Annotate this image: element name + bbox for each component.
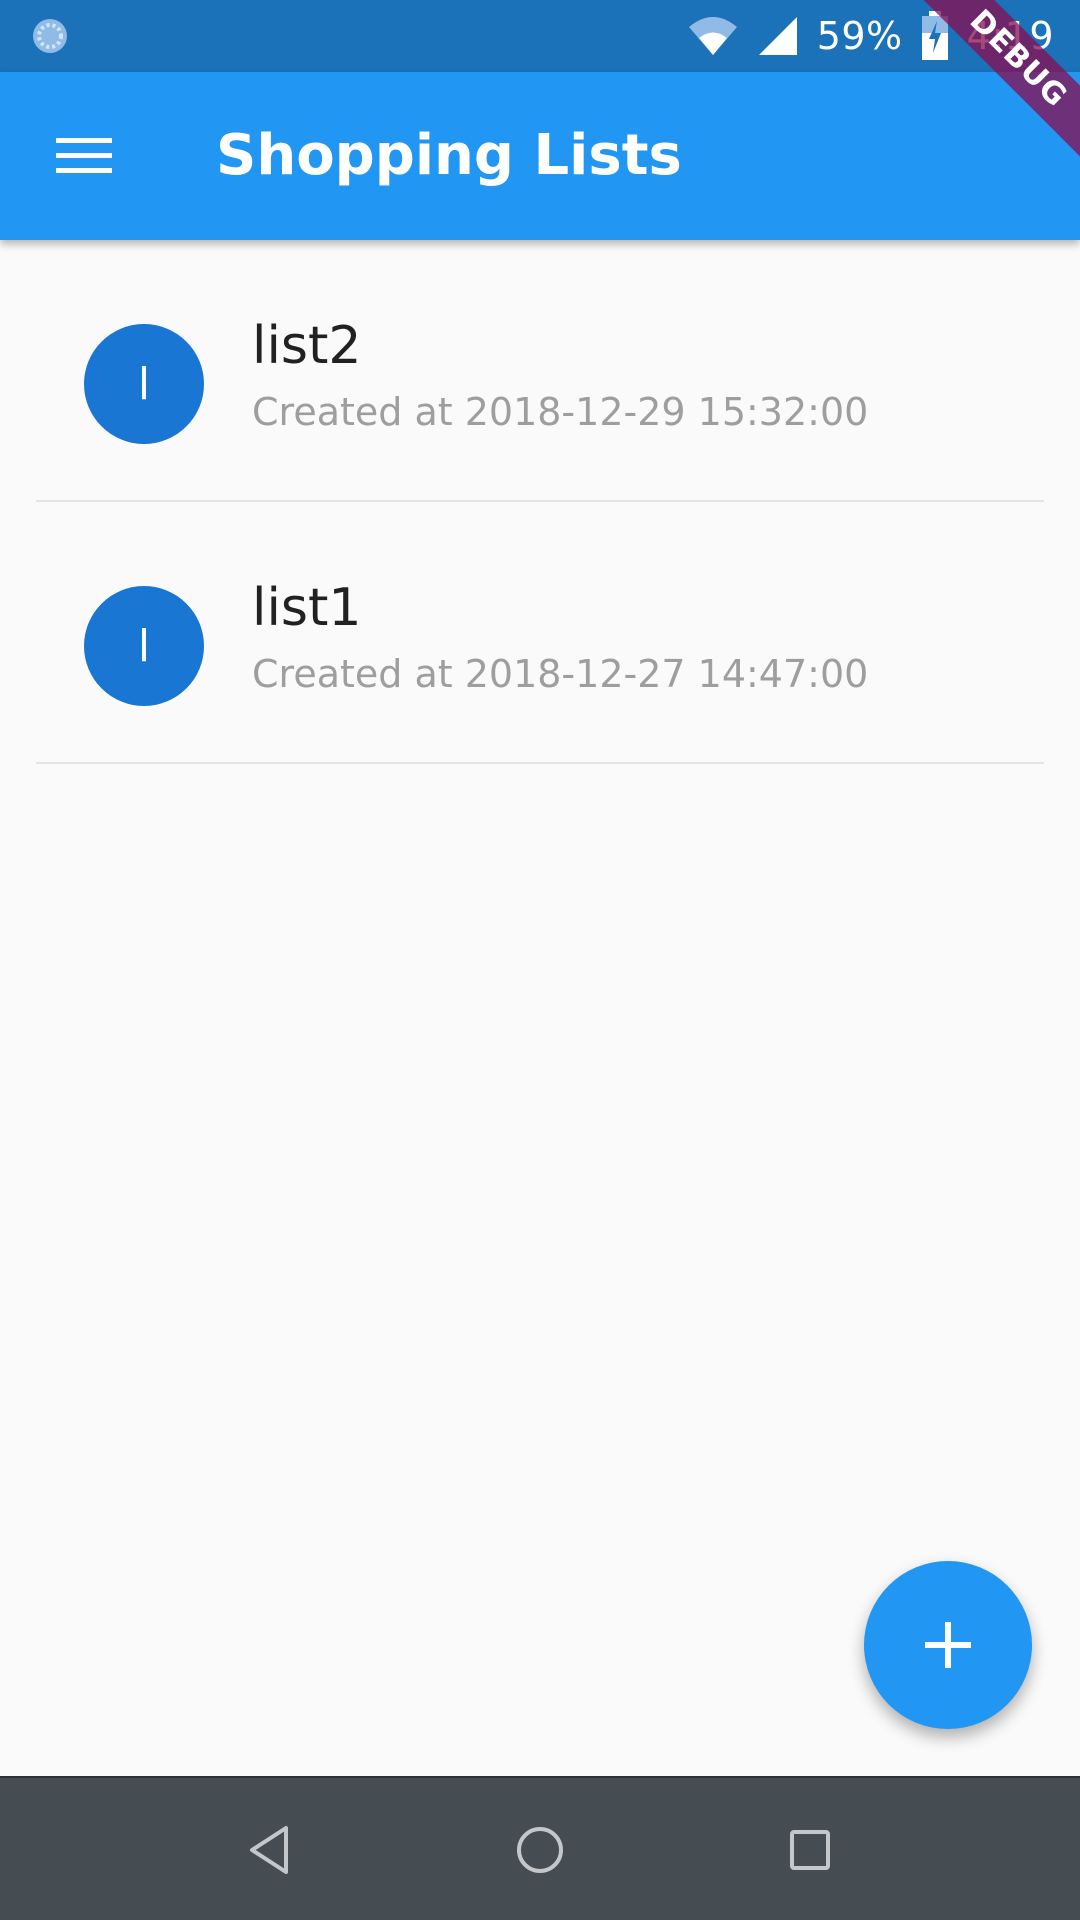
list-item-subtitle: Created at 2018-12-29 15:32:00 — [252, 390, 869, 434]
home-icon — [517, 1827, 563, 1873]
status-bar: 59% 4:19 — [0, 0, 1080, 72]
recents-button[interactable] — [760, 1800, 860, 1900]
screen: 59% 4:19 DEBUG Shopping Lists l list2 — [0, 0, 1080, 1920]
home-button[interactable] — [490, 1800, 590, 1900]
recents-icon — [790, 1830, 830, 1870]
add-list-button[interactable] — [864, 1561, 1032, 1729]
list-item-title: list2 — [252, 316, 362, 376]
list-item[interactable]: l list2 Created at 2018-12-29 15:32:00 — [0, 240, 1080, 502]
app-bar: Shopping Lists — [0, 72, 1080, 240]
navigation-bar — [0, 1776, 1080, 1920]
shopping-list-list: l list2 Created at 2018-12-29 15:32:00 l… — [0, 240, 1080, 764]
page-title: Shopping Lists — [216, 123, 682, 188]
back-icon — [250, 1826, 288, 1874]
back-button[interactable] — [220, 1800, 320, 1900]
menu-icon — [56, 138, 112, 173]
cell-signal-icon — [758, 17, 797, 55]
wifi-icon — [688, 17, 737, 55]
menu-button[interactable] — [36, 114, 132, 198]
sync-notification-icon — [33, 19, 67, 53]
divider — [36, 762, 1044, 764]
avatar: l — [84, 586, 204, 706]
avatar: l — [84, 324, 204, 444]
plus-icon — [925, 1622, 971, 1668]
list-item-subtitle: Created at 2018-12-27 14:47:00 — [252, 652, 869, 696]
list-item[interactable]: l list1 Created at 2018-12-27 14:47:00 — [0, 502, 1080, 764]
battery-percentage: 59% — [816, 14, 903, 58]
list-item-title: list1 — [252, 578, 362, 638]
